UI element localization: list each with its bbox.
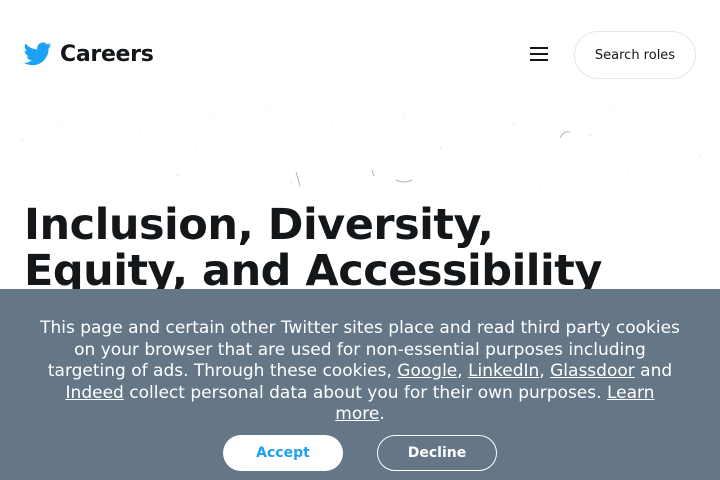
cookie-text-outro: collect personal data about you for thei… [129,382,602,403]
separator-and: and [640,361,673,381]
brand-logo-link[interactable]: Careers [24,38,154,70]
page-title-line-2: Equity, and Accessibility [24,246,602,290]
linkedin-link[interactable]: LinkedIn [468,361,539,381]
twitter-bird-icon [24,42,52,66]
hero-section: Inclusion, Diversity, Equity, and Access… [0,100,720,290]
hamburger-menu-icon [530,47,548,61]
decline-cookies-button[interactable]: Decline [377,435,497,471]
menu-button[interactable] [526,42,552,66]
cookie-consent-banner: This page and certain other Twitter site… [0,289,720,480]
site-header: Careers Search roles [0,0,720,100]
separator-comma: , [539,361,545,381]
page-title: Inclusion, Diversity, Equity, and Access… [24,202,704,290]
end-period: . [379,404,385,424]
google-link[interactable]: Google [397,361,457,381]
separator-comma: , [457,361,463,381]
indeed-link[interactable]: Indeed [66,383,124,403]
accept-cookies-button[interactable]: Accept [223,435,343,471]
cookie-notice-text: This page and certain other Twitter site… [40,318,680,426]
page-title-line-1: Inclusion, Diversity, [24,200,494,250]
glassdoor-link[interactable]: Glassdoor [550,361,635,381]
brand-name: Careers [60,41,154,67]
search-roles-button[interactable]: Search roles [574,31,696,79]
